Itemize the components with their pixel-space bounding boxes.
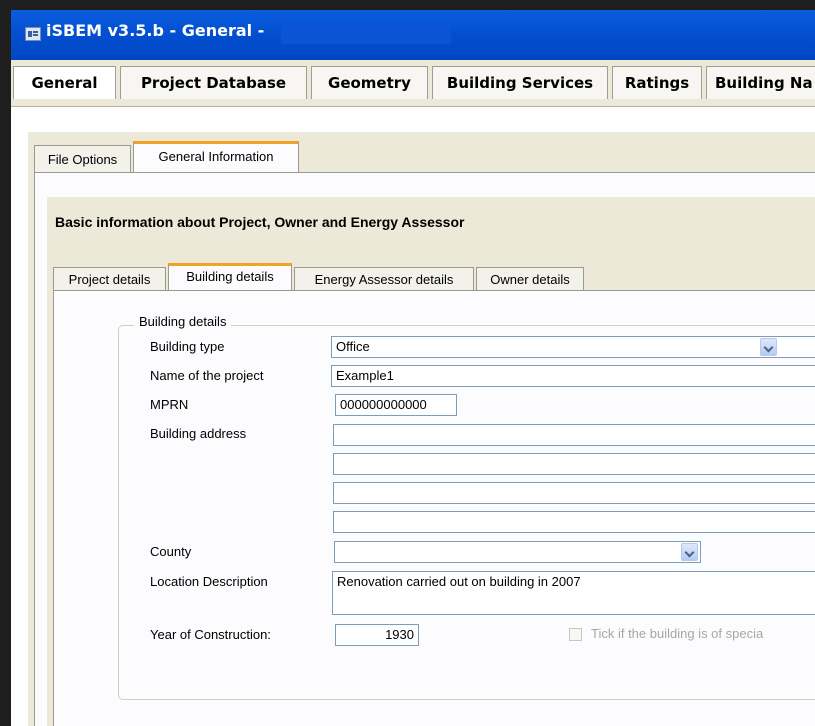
group-label: Building details — [134, 314, 232, 329]
project-name-input[interactable]: Example1 — [331, 365, 815, 387]
address-line-4-input[interactable] — [333, 511, 815, 533]
special-building-checkbox-label: Tick if the building is of specia — [591, 626, 764, 641]
project-name-label: Name of the project — [150, 368, 264, 383]
tab-general[interactable]: General — [13, 66, 116, 99]
tab-energy-assessor-details[interactable]: Energy Assessor details — [294, 267, 474, 291]
tab-owner-details[interactable]: Owner details — [476, 267, 584, 291]
mprn-label: MPRN — [150, 397, 189, 412]
general-information-body: Basic information about Project, Owner a… — [34, 172, 815, 726]
main-tab-bar: General Project Database Geometry Buildi… — [11, 60, 815, 107]
tab-geometry[interactable]: Geometry — [311, 66, 428, 99]
tab-building-details[interactable]: Building details — [168, 263, 292, 291]
year-of-construction-input[interactable]: 1930 — [335, 624, 419, 646]
tab-project-details[interactable]: Project details — [53, 267, 166, 291]
title-bar: iSBEM v3.5.b - General - — [11, 10, 815, 60]
building-address-label: Building address — [150, 426, 247, 441]
building-type-value: Office — [336, 339, 370, 354]
building-type-select[interactable]: Office — [331, 336, 815, 358]
title-redaction — [281, 22, 451, 44]
mprn-input[interactable]: 000000000000 — [335, 394, 457, 416]
app-window: iSBEM v3.5.b - General - General Project… — [11, 10, 815, 726]
tab-building-navigation[interactable]: Building Na — [706, 66, 815, 99]
county-select[interactable] — [334, 541, 701, 563]
general-panel: File Options General Information Basic i… — [28, 132, 815, 726]
section-title: Basic information about Project, Owner a… — [55, 214, 465, 230]
tab-project-database[interactable]: Project Database — [120, 66, 307, 99]
building-type-label: Building type — [150, 339, 225, 354]
content-area: File Options General Information Basic i… — [11, 107, 815, 726]
special-building-checkbox[interactable] — [569, 628, 582, 641]
address-line-1-input[interactable] — [333, 424, 815, 446]
basic-info-panel: Basic information about Project, Owner a… — [47, 197, 815, 726]
chevron-down-icon[interactable] — [681, 543, 698, 561]
tab-ratings[interactable]: Ratings — [612, 66, 702, 99]
tab-general-information[interactable]: General Information — [133, 141, 299, 172]
location-description-label: Location Description — [150, 574, 268, 589]
chevron-down-icon[interactable] — [760, 338, 777, 356]
address-line-2-input[interactable] — [333, 453, 815, 475]
app-form-icon — [25, 27, 41, 41]
year-of-construction-label: Year of Construction: — [150, 627, 271, 642]
tab-building-services[interactable]: Building Services — [432, 66, 608, 99]
tab-file-options[interactable]: File Options — [34, 145, 131, 172]
building-details-body: Building details Building type Office Na… — [53, 290, 815, 726]
county-label: County — [150, 544, 192, 559]
location-description-textarea[interactable]: Renovation carried out on building in 20… — [332, 571, 815, 615]
window-title: iSBEM v3.5.b - General - — [46, 21, 265, 40]
address-line-3-input[interactable] — [333, 482, 815, 504]
